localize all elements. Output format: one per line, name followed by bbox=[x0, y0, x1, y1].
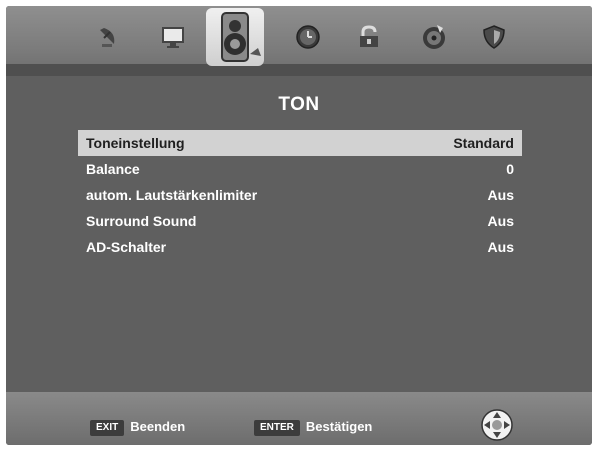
satellite-dish-icon[interactable] bbox=[94, 22, 124, 52]
settings-disc-icon[interactable] bbox=[419, 22, 449, 52]
setting-value: Aus bbox=[487, 187, 514, 203]
setting-value: Aus bbox=[487, 213, 514, 229]
menu-category-icons bbox=[6, 6, 592, 72]
enter-hint-label: Bestätigen bbox=[305, 419, 373, 434]
settings-list: Toneinstellung Standard Balance 0 autom.… bbox=[78, 130, 522, 260]
setting-row-surround-sound[interactable]: Surround Sound Aus bbox=[78, 208, 522, 234]
setting-row-ad-schalter[interactable]: AD-Schalter Aus bbox=[78, 234, 522, 260]
clock-icon[interactable] bbox=[293, 22, 323, 52]
setting-value: Aus bbox=[487, 239, 514, 255]
setting-row-volume-limiter[interactable]: autom. Lautstärkenlimiter Aus bbox=[78, 182, 522, 208]
enter-key-badge: ENTER bbox=[254, 419, 300, 436]
tv-menu-frame: TON Toneinstellung Standard Balance 0 au… bbox=[6, 6, 592, 445]
speaker-icon[interactable] bbox=[206, 8, 264, 66]
lock-icon[interactable] bbox=[354, 22, 384, 52]
exit-hint-label: Beenden bbox=[130, 419, 186, 434]
shield-icon[interactable] bbox=[479, 22, 509, 52]
setting-row-balance[interactable]: Balance 0 bbox=[78, 156, 522, 182]
exit-key-badge: EXIT bbox=[90, 419, 125, 436]
setting-label: Toneinstellung bbox=[86, 135, 185, 151]
enter-hint[interactable]: ENTER Bestätigen bbox=[254, 418, 372, 436]
monitor-icon[interactable] bbox=[158, 22, 188, 52]
setting-row-toneinstellung[interactable]: Toneinstellung Standard bbox=[78, 130, 522, 156]
setting-label: Surround Sound bbox=[86, 213, 197, 229]
navigation-pad-icon bbox=[480, 408, 514, 442]
exit-hint[interactable]: EXIT Beenden bbox=[90, 418, 185, 436]
setting-label: Balance bbox=[86, 161, 140, 177]
setting-label: AD-Schalter bbox=[86, 239, 167, 255]
setting-label: autom. Lautstärkenlimiter bbox=[86, 187, 258, 203]
setting-value: Standard bbox=[453, 135, 514, 151]
menu-title: TON bbox=[278, 94, 320, 115]
setting-value: 0 bbox=[506, 161, 514, 177]
